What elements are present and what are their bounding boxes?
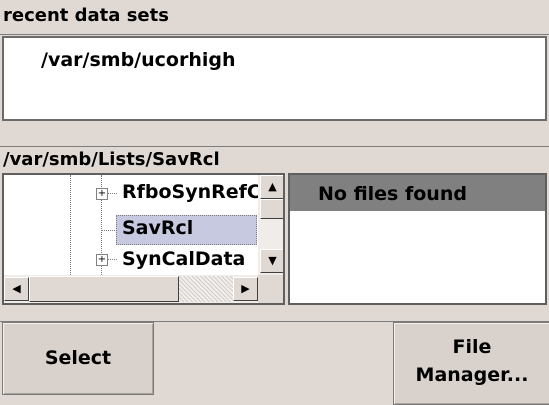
no-files-message: No files found (290, 175, 545, 211)
file-list[interactable]: No files found (288, 173, 547, 305)
tree-guide-line (107, 193, 117, 194)
tree-item-rfbosynrefc[interactable]: RfboSynRefC (122, 181, 261, 203)
directory-tree[interactable]: + RfboSynRefC SavRcl + SynCalData ▲ ▼ ◀ … (2, 173, 285, 305)
scrollbar-corner (258, 275, 283, 303)
recent-data-sets-title: recent data sets (0, 0, 549, 35)
recent-data-sets-list[interactable]: /var/smb/ucorhigh (2, 36, 547, 121)
scroll-up-icon[interactable]: ▲ (260, 175, 283, 199)
vertical-scroll-thumb[interactable] (260, 199, 283, 219)
expand-icon[interactable]: + (96, 188, 108, 200)
tree-guide-line (70, 175, 71, 275)
tree-item-savrcl[interactable]: SavRcl (122, 217, 193, 239)
expand-icon[interactable]: + (96, 254, 108, 266)
horizontal-scroll-thumb[interactable] (29, 276, 179, 302)
scroll-down-icon[interactable]: ▼ (260, 249, 283, 273)
file-manager-label-line2: Manager... (415, 364, 529, 386)
current-path-label: /var/smb/Lists/SavRcl (0, 147, 549, 173)
select-button[interactable]: Select (2, 322, 154, 395)
tree-item-syncaldata[interactable]: SynCalData (122, 248, 245, 270)
scroll-left-icon[interactable]: ◀ (4, 277, 29, 301)
separator (0, 305, 549, 322)
tree-guide-line (107, 259, 117, 260)
separator (0, 121, 549, 147)
scroll-right-icon[interactable]: ▶ (233, 277, 258, 301)
recent-data-set-item[interactable]: /var/smb/ucorhigh (41, 49, 235, 71)
file-manager-label-line1: File (452, 336, 492, 358)
tree-guide-line (101, 230, 117, 231)
scroll-track-hatch (179, 276, 233, 302)
